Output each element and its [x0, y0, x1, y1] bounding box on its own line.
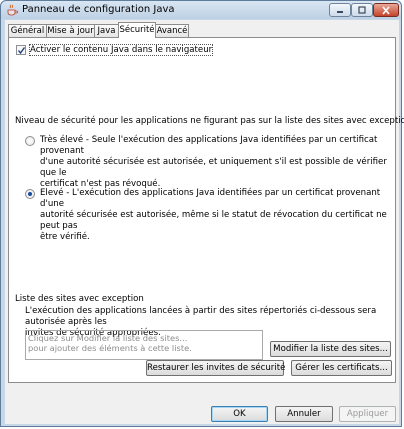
ok-button[interactable]: OK	[211, 406, 268, 422]
java-control-panel-window: Panneau de configuration Java Général Mi…	[0, 0, 404, 427]
checkmark-icon	[17, 47, 26, 55]
maximize-icon	[358, 6, 366, 14]
high-line: Elevé - L'exécution des applications Jav…	[40, 188, 381, 209]
tab-general[interactable]: Général	[8, 24, 47, 37]
window-title: Panneau de configuration Java	[22, 4, 175, 15]
enable-browser-label[interactable]: Activer le contenu Java dans le navigate…	[28, 44, 214, 56]
exception-sites-list[interactable]: Cliquez sur Modifier la liste des sites.…	[25, 330, 263, 360]
exception-list-heading: Liste des sites avec exception	[15, 294, 144, 304]
maximize-button[interactable]	[351, 3, 373, 17]
security-level-heading: Niveau de sécurité pour les applications…	[15, 116, 404, 126]
exception-desc-line: L'exécution des applications lancées à p…	[25, 306, 377, 327]
dialog-client-area: Général Mise à jour Java Sécurité Avancé…	[5, 20, 404, 424]
very-high-line: d'une autorité sécurisée est autorisée, …	[40, 157, 387, 178]
java-cup-icon	[7, 4, 18, 16]
high-line: être vérifié.	[40, 232, 90, 242]
tab-java[interactable]: Java	[94, 24, 119, 37]
manage-certificates-button[interactable]: Gérer les certificats...	[291, 360, 392, 376]
minimize-icon	[337, 11, 343, 13]
close-button[interactable]	[373, 3, 399, 17]
high-radio[interactable]	[25, 189, 35, 199]
tab-advanced[interactable]: Avancé	[155, 24, 189, 37]
enable-browser-checkbox[interactable]	[16, 45, 26, 55]
high-description[interactable]: Elevé - L'exécution des applications Jav…	[40, 188, 395, 243]
exception-placeholder-line: Cliquez sur Modifier la liste des sites.…	[28, 333, 188, 343]
very-high-radio[interactable]	[25, 136, 35, 146]
tab-updates[interactable]: Mise à jour	[46, 24, 95, 37]
exception-placeholder-line: pour ajouter des éléments à cette liste.	[28, 343, 192, 353]
very-high-line: Très élevé - Seule l'exécution des appli…	[40, 135, 378, 156]
radio-selected-dot	[28, 192, 32, 196]
very-high-description[interactable]: Très élevé - Seule l'exécution des appli…	[40, 135, 395, 190]
title-bar[interactable]: Panneau de configuration Java	[1, 1, 401, 19]
edit-site-list-button[interactable]: Modifier la liste des sites...	[270, 341, 391, 357]
restore-security-prompts-button[interactable]: Restaurer les invites de sécurité	[146, 360, 285, 376]
high-line: autorité sécurisée est autorisée, même s…	[40, 210, 387, 231]
security-panel: Activer le contenu Java dans le navigate…	[8, 37, 404, 383]
cancel-button[interactable]: Annuler	[275, 406, 333, 422]
minimize-button[interactable]	[329, 3, 351, 17]
tab-security[interactable]: Sécurité	[118, 22, 156, 38]
apply-button[interactable]: Appliquer	[339, 406, 396, 422]
close-icon	[382, 5, 390, 15]
